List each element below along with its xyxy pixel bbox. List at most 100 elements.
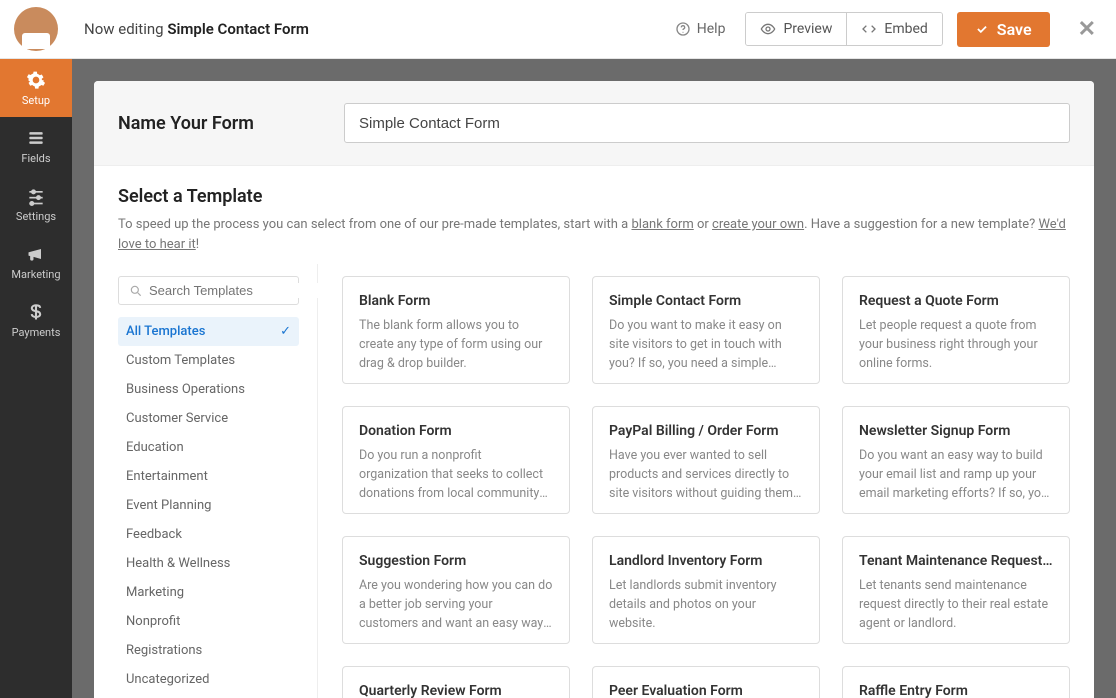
category-label: Marketing [126,585,184,600]
template-title: Select a Template [118,186,1070,207]
sliders-icon [26,186,46,206]
category-label: Entertainment [126,469,208,484]
template-card[interactable]: Peer Evaluation FormGet peer performance… [592,666,820,698]
category-label: Feedback [126,527,182,542]
help-link[interactable]: Help [675,21,726,37]
sidebar-item-payments[interactable]: Payments [0,291,72,349]
category-label: Event Planning [126,498,211,513]
template-grid: Blank FormThe blank form allows you to c… [318,264,1070,698]
template-card-title: Quarterly Review Form [359,683,553,698]
template-card-desc: Do you want to make it easy on site visi… [609,317,803,373]
template-card[interactable]: Raffle Entry FormPublish this form to ge… [842,666,1070,698]
form-name-input[interactable] [344,103,1070,143]
category-label: Registrations [126,643,202,658]
blank-form-link[interactable]: blank form [631,217,693,232]
category-list: All Templates ✓ Custom Templates Business O… [118,317,299,694]
topbar: Now editing Simple Contact Form Help Pre… [0,0,1116,59]
sidebar-item-settings[interactable]: Settings [0,175,72,233]
save-button[interactable]: Save [957,12,1050,47]
preview-embed-group: Preview Embed [745,12,942,46]
eye-icon [760,21,776,37]
template-body: All Templates ✓ Custom Templates Business O… [94,264,1094,698]
setup-panel: Name Your Form Select a Template To spee… [94,81,1094,698]
search-templates-input[interactable] [149,283,325,298]
embed-button[interactable]: Embed [846,13,941,45]
template-card[interactable]: Suggestion Form Are you wondering how you… [342,536,570,644]
category-item[interactable]: Education [118,433,299,462]
help-icon [675,21,691,37]
sidebar-label: Fields [21,152,50,165]
template-card-desc: The blank form allows you to create any … [359,317,553,373]
preview-label: Preview [783,21,832,37]
category-item[interactable]: Customer Service [118,404,299,433]
content-area: Name Your Form Select a Template To spee… [72,59,1116,698]
search-icon [129,284,143,298]
category-item[interactable]: All Templates ✓ [118,317,299,346]
name-form-label: Name Your Form [118,113,318,134]
category-label: Uncategorized [126,672,209,687]
template-card[interactable]: Blank FormThe blank form allows you to c… [342,276,570,384]
list-icon [26,128,46,148]
category-item[interactable]: Registrations [118,636,299,665]
template-card-title: Landlord Inventory Form [609,553,803,569]
template-card[interactable]: Landlord Inventory FormLet landlords sub… [592,536,820,644]
template-sidebar: All Templates ✓ Custom Templates Business O… [118,264,318,698]
create-your-own-link[interactable]: create your own [712,217,804,232]
template-card-desc: Let people request a quote from your bus… [859,317,1053,373]
template-card[interactable]: Request a Quote Form Let people request a… [842,276,1070,384]
close-button[interactable]: ✕ [1078,17,1096,42]
template-header: Select a Template To speed up the proces… [94,166,1094,264]
name-form-row: Name Your Form [94,81,1094,166]
category-label: Nonprofit [126,614,180,629]
topbar-actions: Help Preview Embed Save ✕ [675,12,1096,47]
template-card[interactable]: Donation Form Do you run a nonprofit orga… [342,406,570,514]
sidebar-item-fields[interactable]: Fields [0,117,72,175]
category-item[interactable]: Business Operations [118,375,299,404]
help-label: Help [697,21,726,37]
category-label: Education [126,440,184,455]
template-card-title: Peer Evaluation Form [609,683,803,698]
category-item[interactable]: Nonprofit [118,607,299,636]
category-label: Customer Service [126,411,228,426]
category-item[interactable]: Feedback [118,520,299,549]
embed-label: Embed [884,21,927,37]
sidebar-item-marketing[interactable]: Marketing [0,233,72,291]
category-item[interactable]: Health & Wellness [118,549,299,578]
now-editing-label: Now editing Simple Contact Form [84,20,309,38]
template-card-title: Request a Quote Form [859,293,1053,309]
preview-button[interactable]: Preview [746,13,846,45]
sidebar-label: Marketing [11,268,60,281]
template-card[interactable]: Quarterly Review FormLet managers and su… [342,666,570,698]
app-logo [0,0,72,59]
template-card-title: Donation Form [359,423,553,439]
category-label: Custom Templates [126,353,235,368]
template-card-title: Tenant Maintenance Request Form [859,553,1053,569]
template-card[interactable]: Simple Contact FormDo you want to make i… [592,276,820,384]
category-item[interactable]: Custom Templates [118,346,299,375]
sidebar-item-setup[interactable]: Setup [0,59,72,117]
template-card-desc: Do you run a nonprofit organization that… [359,447,553,503]
template-card-title: PayPal Billing / Order Form [609,423,803,439]
category-item[interactable]: Uncategorized [118,665,299,694]
main: Setup Fields Settings Marketing Payments [0,59,1116,698]
gear-icon [26,70,46,90]
sidebar: Setup Fields Settings Marketing Payments [0,59,72,698]
category-item[interactable]: Entertainment [118,462,299,491]
template-card-title: Suggestion Form [359,553,553,569]
now-editing-prefix: Now editing [84,20,164,38]
category-item[interactable]: Event Planning [118,491,299,520]
category-label: Business Operations [126,382,245,397]
template-card[interactable]: Newsletter Signup FormDo you want an eas… [842,406,1070,514]
template-card-desc: Are you wondering how you can do a bette… [359,577,553,633]
template-subtitle: To speed up the process you can select f… [118,215,1070,254]
category-label: All Templates [126,324,205,339]
template-card[interactable]: PayPal Billing / Order FormHave you ever… [592,406,820,514]
sidebar-label: Payments [12,326,61,339]
search-templates-wrap[interactable] [118,276,299,305]
category-label: Health & Wellness [126,556,230,571]
template-card-title: Raffle Entry Form [859,683,1053,698]
check-icon: ✓ [280,324,291,339]
template-card[interactable]: Tenant Maintenance Request FormLet tenan… [842,536,1070,644]
sidebar-label: Setup [22,94,50,107]
category-item[interactable]: Marketing [118,578,299,607]
